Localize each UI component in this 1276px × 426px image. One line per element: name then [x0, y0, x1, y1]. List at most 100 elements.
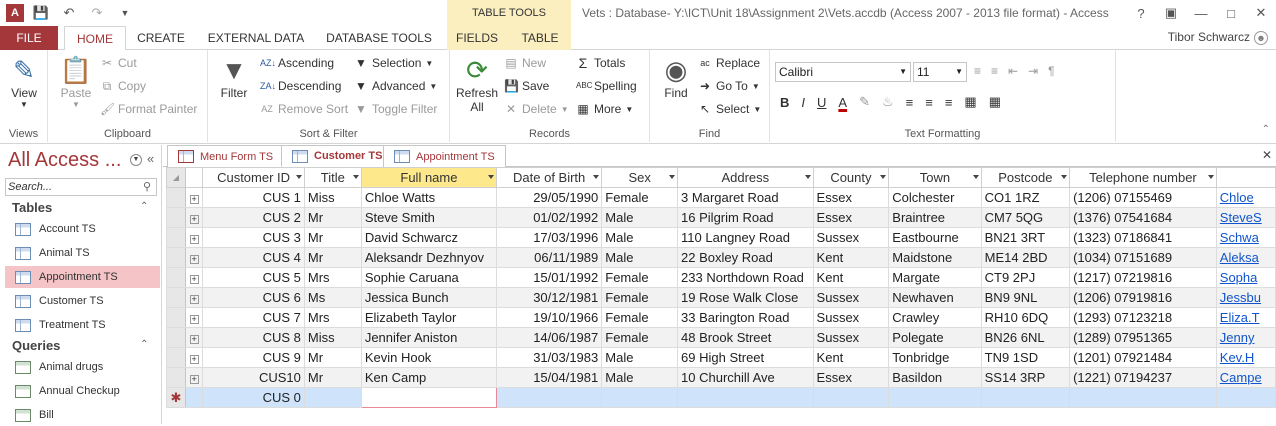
chevron-down-icon[interactable] — [488, 175, 495, 179]
table-cell[interactable]: Miss — [303, 187, 362, 208]
row-selector[interactable] — [166, 267, 186, 288]
table-cell[interactable]: Steve Smith — [360, 207, 498, 228]
replace-button[interactable]: ac Replace — [698, 56, 760, 70]
access-logo-icon[interactable]: A — [6, 4, 24, 22]
table-cell[interactable]: David Schwarcz — [360, 227, 498, 248]
row-selector[interactable] — [166, 307, 186, 328]
table-cell[interactable]: SS14 3RP — [980, 367, 1071, 388]
select-all-corner[interactable]: ◢ — [166, 167, 186, 188]
chevron-down-icon[interactable] — [1207, 175, 1214, 179]
table-row[interactable]: + CUS 2 Mr Steve Smith 01/02/1992 Male 16 Pilg… — [166, 207, 1276, 228]
table-cell[interactable]: Female — [601, 267, 679, 288]
table-cell[interactable]: CUS 5 — [202, 267, 305, 288]
table-cell[interactable]: 16 Pilgrim Road — [677, 207, 814, 228]
table-cell[interactable]: (1206) 07155469 — [1069, 187, 1217, 208]
table-cell[interactable]: Sophie Caruana — [360, 267, 498, 288]
row-selector[interactable] — [166, 247, 186, 268]
table-cell[interactable]: Schwa — [1215, 227, 1276, 248]
table-cell[interactable]: Miss — [303, 327, 362, 348]
underline-icon[interactable]: U — [817, 95, 826, 110]
table-cell[interactable]: Chloe Watts — [360, 187, 498, 208]
table-cell[interactable]: 14/06/1987 — [496, 327, 603, 348]
expand-plus-icon[interactable]: + — [189, 315, 199, 324]
minimize-icon[interactable]: — — [1186, 0, 1216, 26]
table-cell[interactable]: CUS10 — [202, 367, 305, 388]
refresh-all-button[interactable]: ⟳ Refresh All — [456, 54, 498, 115]
table-cell[interactable]: 19/10/1966 — [496, 307, 603, 328]
table-cell[interactable]: CUS 4 — [202, 247, 305, 268]
table-cell[interactable]: Kent — [812, 347, 890, 368]
collapse-section-icon[interactable]: ⌃ — [140, 201, 148, 212]
remove-sort-button[interactable]: AZ Remove Sort — [260, 102, 348, 116]
nav-item-treatment-ts[interactable]: Treatment TS — [5, 314, 160, 336]
select-button[interactable]: ↖ Select ▼ — [698, 102, 761, 116]
row-selector[interactable] — [166, 287, 186, 308]
gridlines-icon[interactable]: ▦ — [989, 94, 1001, 110]
close-icon[interactable]: ✕ — [1246, 0, 1276, 26]
column-header[interactable]: Full name — [360, 167, 498, 188]
table-cell[interactable]: 01/02/1992 — [496, 207, 603, 228]
table-row[interactable]: + CUS 7 Mrs Elizabeth Taylor 19/10/1966 Femal… — [166, 307, 1276, 328]
column-header[interactable]: Date of Birth — [496, 167, 603, 188]
nav-item-animal-drugs[interactable]: Animal drugs — [5, 356, 160, 378]
save-record-button[interactable]: 💾 Save — [504, 79, 549, 93]
user-name[interactable]: Tibor Schwarcz — [1168, 30, 1250, 44]
doc-tab-menu-form-ts[interactable]: Menu Form TS — [167, 145, 285, 167]
table-row[interactable]: + CUS 6 Ms Jessica Bunch 30/12/1981 Female 19 … — [166, 287, 1276, 308]
table-cell[interactable]: Female — [601, 187, 679, 208]
table-cell[interactable]: Basildon — [888, 367, 982, 388]
redo-icon[interactable]: ↷ — [86, 3, 108, 23]
ascending-button[interactable]: AZ↓ Ascending — [260, 56, 334, 70]
table-cell[interactable]: 33 Barington Road — [677, 307, 814, 328]
delete-button[interactable]: ✕ Delete ▼ — [504, 102, 569, 116]
table-cell[interactable]: CUS 3 — [202, 227, 305, 248]
table-cell[interactable]: (1323) 07186841 — [1069, 227, 1217, 248]
table-cell[interactable]: Male — [601, 367, 679, 388]
bold-icon[interactable]: B — [780, 95, 789, 110]
table-cell[interactable]: CUS 0 — [202, 387, 305, 408]
paragraph-direction-icon[interactable]: ¶ — [1048, 64, 1054, 78]
tab-file[interactable]: FILE — [0, 26, 58, 50]
tab-create[interactable]: CREATE — [132, 26, 190, 50]
chevron-down-icon[interactable] — [352, 175, 359, 179]
table-cell[interactable]: 29/05/1990 — [496, 187, 603, 208]
advanced-button[interactable]: ▼ Advanced ▼ — [354, 79, 437, 93]
table-cell[interactable]: CUS 6 — [202, 287, 305, 308]
table-cell[interactable]: Eastbourne — [888, 227, 982, 248]
table-cell[interactable]: (1221) 07194237 — [1069, 367, 1217, 388]
table-cell[interactable]: Sussex — [812, 227, 890, 248]
ribbon-display-icon[interactable]: ▣ — [1156, 0, 1186, 26]
tab-database-tools[interactable]: DATABASE TOOLS — [320, 26, 438, 50]
table-cell[interactable]: CO1 1RZ — [980, 187, 1071, 208]
row-selector[interactable] — [166, 207, 186, 228]
table-cell[interactable]: Braintree — [888, 207, 982, 228]
table-cell[interactable]: Chloe — [1215, 187, 1276, 208]
table-cell[interactable]: 48 Brook Street — [677, 327, 814, 348]
table-cell[interactable]: Aleksandr Dezhnyov — [360, 247, 498, 268]
table-cell[interactable] — [1215, 387, 1276, 408]
table-cell[interactable]: 69 High Street — [677, 347, 814, 368]
table-cell[interactable]: Jennifer Aniston — [360, 327, 498, 348]
help-icon[interactable]: ? — [1126, 0, 1156, 26]
table-cell[interactable]: 19 Rose Walk Close — [677, 287, 814, 308]
expand-plus-icon[interactable]: + — [189, 255, 199, 264]
table-cell[interactable]: SteveS — [1215, 207, 1276, 228]
table-cell[interactable]: CUS 7 — [202, 307, 305, 328]
column-header[interactable]: Telephone number — [1069, 167, 1217, 188]
table-cell[interactable]: Mr — [303, 207, 362, 228]
table-cell[interactable]: RH10 6DQ — [980, 307, 1071, 328]
table-cell[interactable]: Jessbu — [1215, 287, 1276, 308]
table-cell[interactable]: Crawley — [888, 307, 982, 328]
table-cell[interactable]: (1206) 07919816 — [1069, 287, 1217, 308]
goto-button[interactable]: ➜ Go To ▼ — [698, 79, 760, 93]
table-cell[interactable]: Sussex — [812, 307, 890, 328]
decrease-indent-icon[interactable]: ⇤ — [1008, 64, 1018, 78]
expand-plus-icon[interactable]: + — [189, 195, 199, 204]
more-button[interactable]: ▦ More ▼ — [576, 102, 633, 116]
table-cell[interactable]: Female — [601, 287, 679, 308]
selection-button[interactable]: ▼ Selection ▼ — [354, 56, 433, 70]
table-cell[interactable] — [303, 387, 362, 408]
table-cell[interactable]: (1376) 07541684 — [1069, 207, 1217, 228]
save-icon[interactable]: 💾 — [30, 3, 52, 23]
cut-button[interactable]: ✂ Cut — [100, 56, 137, 70]
